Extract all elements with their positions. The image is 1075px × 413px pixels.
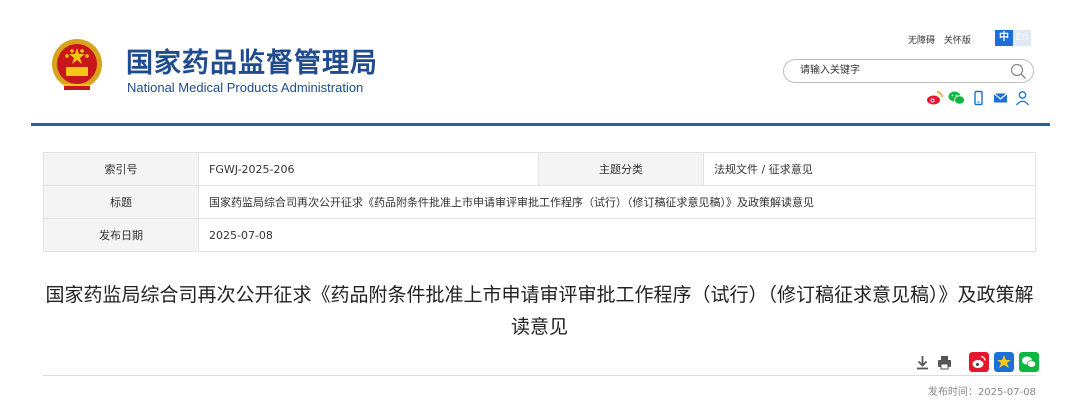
table-row: 索引号 FGWJ-2025-206 主题分类 法规文件 / 征求意见 (43, 152, 1036, 186)
index-label: 索引号 (43, 152, 199, 186)
weibo-icon[interactable] (926, 90, 943, 106)
search-box (783, 59, 1034, 83)
qzone-share-icon[interactable] (994, 352, 1014, 372)
title-value: 国家药监局综合司再次公开征求《药品附条件批准上市申请审评审批工作程序（试行）（修… (198, 185, 1036, 219)
site-name-en[interactable]: National Medical Products Administration (127, 80, 363, 95)
accessibility-link[interactable]: 无障碍 (908, 36, 935, 46)
social-links (926, 90, 1031, 106)
top-links: 无障碍 关怀版 (908, 33, 977, 46)
mobile-icon[interactable] (970, 90, 987, 106)
date-value: 2025-07-08 (198, 218, 1036, 252)
title-label: 标题 (43, 185, 199, 219)
date-label: 发布日期 (43, 218, 199, 252)
search-icon[interactable] (1010, 63, 1027, 80)
mail-icon[interactable] (992, 90, 1009, 106)
weibo-share-icon[interactable] (969, 352, 989, 372)
table-row: 标题 国家药监局综合司再次公开征求《药品附条件批准上市申请审评审批工作程序（试行… (43, 185, 1036, 219)
search-input[interactable] (798, 64, 1002, 77)
user-icon[interactable] (1014, 90, 1031, 106)
wechat-share-icon[interactable] (1019, 352, 1039, 372)
header-divider (31, 123, 1050, 126)
table-row: 发布日期 2025-07-08 (43, 218, 1036, 252)
site-name-cn[interactable]: 国家药品监督管理局 (126, 41, 378, 80)
download-icon[interactable] (914, 354, 931, 371)
category-label: 主题分类 (538, 152, 704, 186)
toolbar-divider (43, 375, 1036, 376)
index-value: FGWJ-2025-206 (198, 152, 539, 186)
language-switch: 中 En (995, 30, 1031, 46)
elderly-mode-link[interactable]: 关怀版 (944, 36, 971, 46)
article-toolbar (914, 352, 1039, 372)
category-value: 法规文件 / 征求意见 (703, 152, 1036, 186)
wechat-icon[interactable] (948, 90, 965, 106)
lang-en-button[interactable]: En (1013, 30, 1031, 46)
lang-cn-button[interactable]: 中 (995, 30, 1013, 46)
print-icon[interactable] (936, 354, 953, 371)
national-emblem-logo (52, 39, 102, 90)
article-title: 国家药监局综合司再次公开征求《药品附条件批准上市申请审评审批工作程序（试行）（修… (45, 284, 1034, 338)
document-meta-table: 索引号 FGWJ-2025-206 主题分类 法规文件 / 征求意见 标题 国家… (43, 152, 1036, 252)
publish-time: 发布时间：2025-07-08 (927, 387, 1036, 398)
